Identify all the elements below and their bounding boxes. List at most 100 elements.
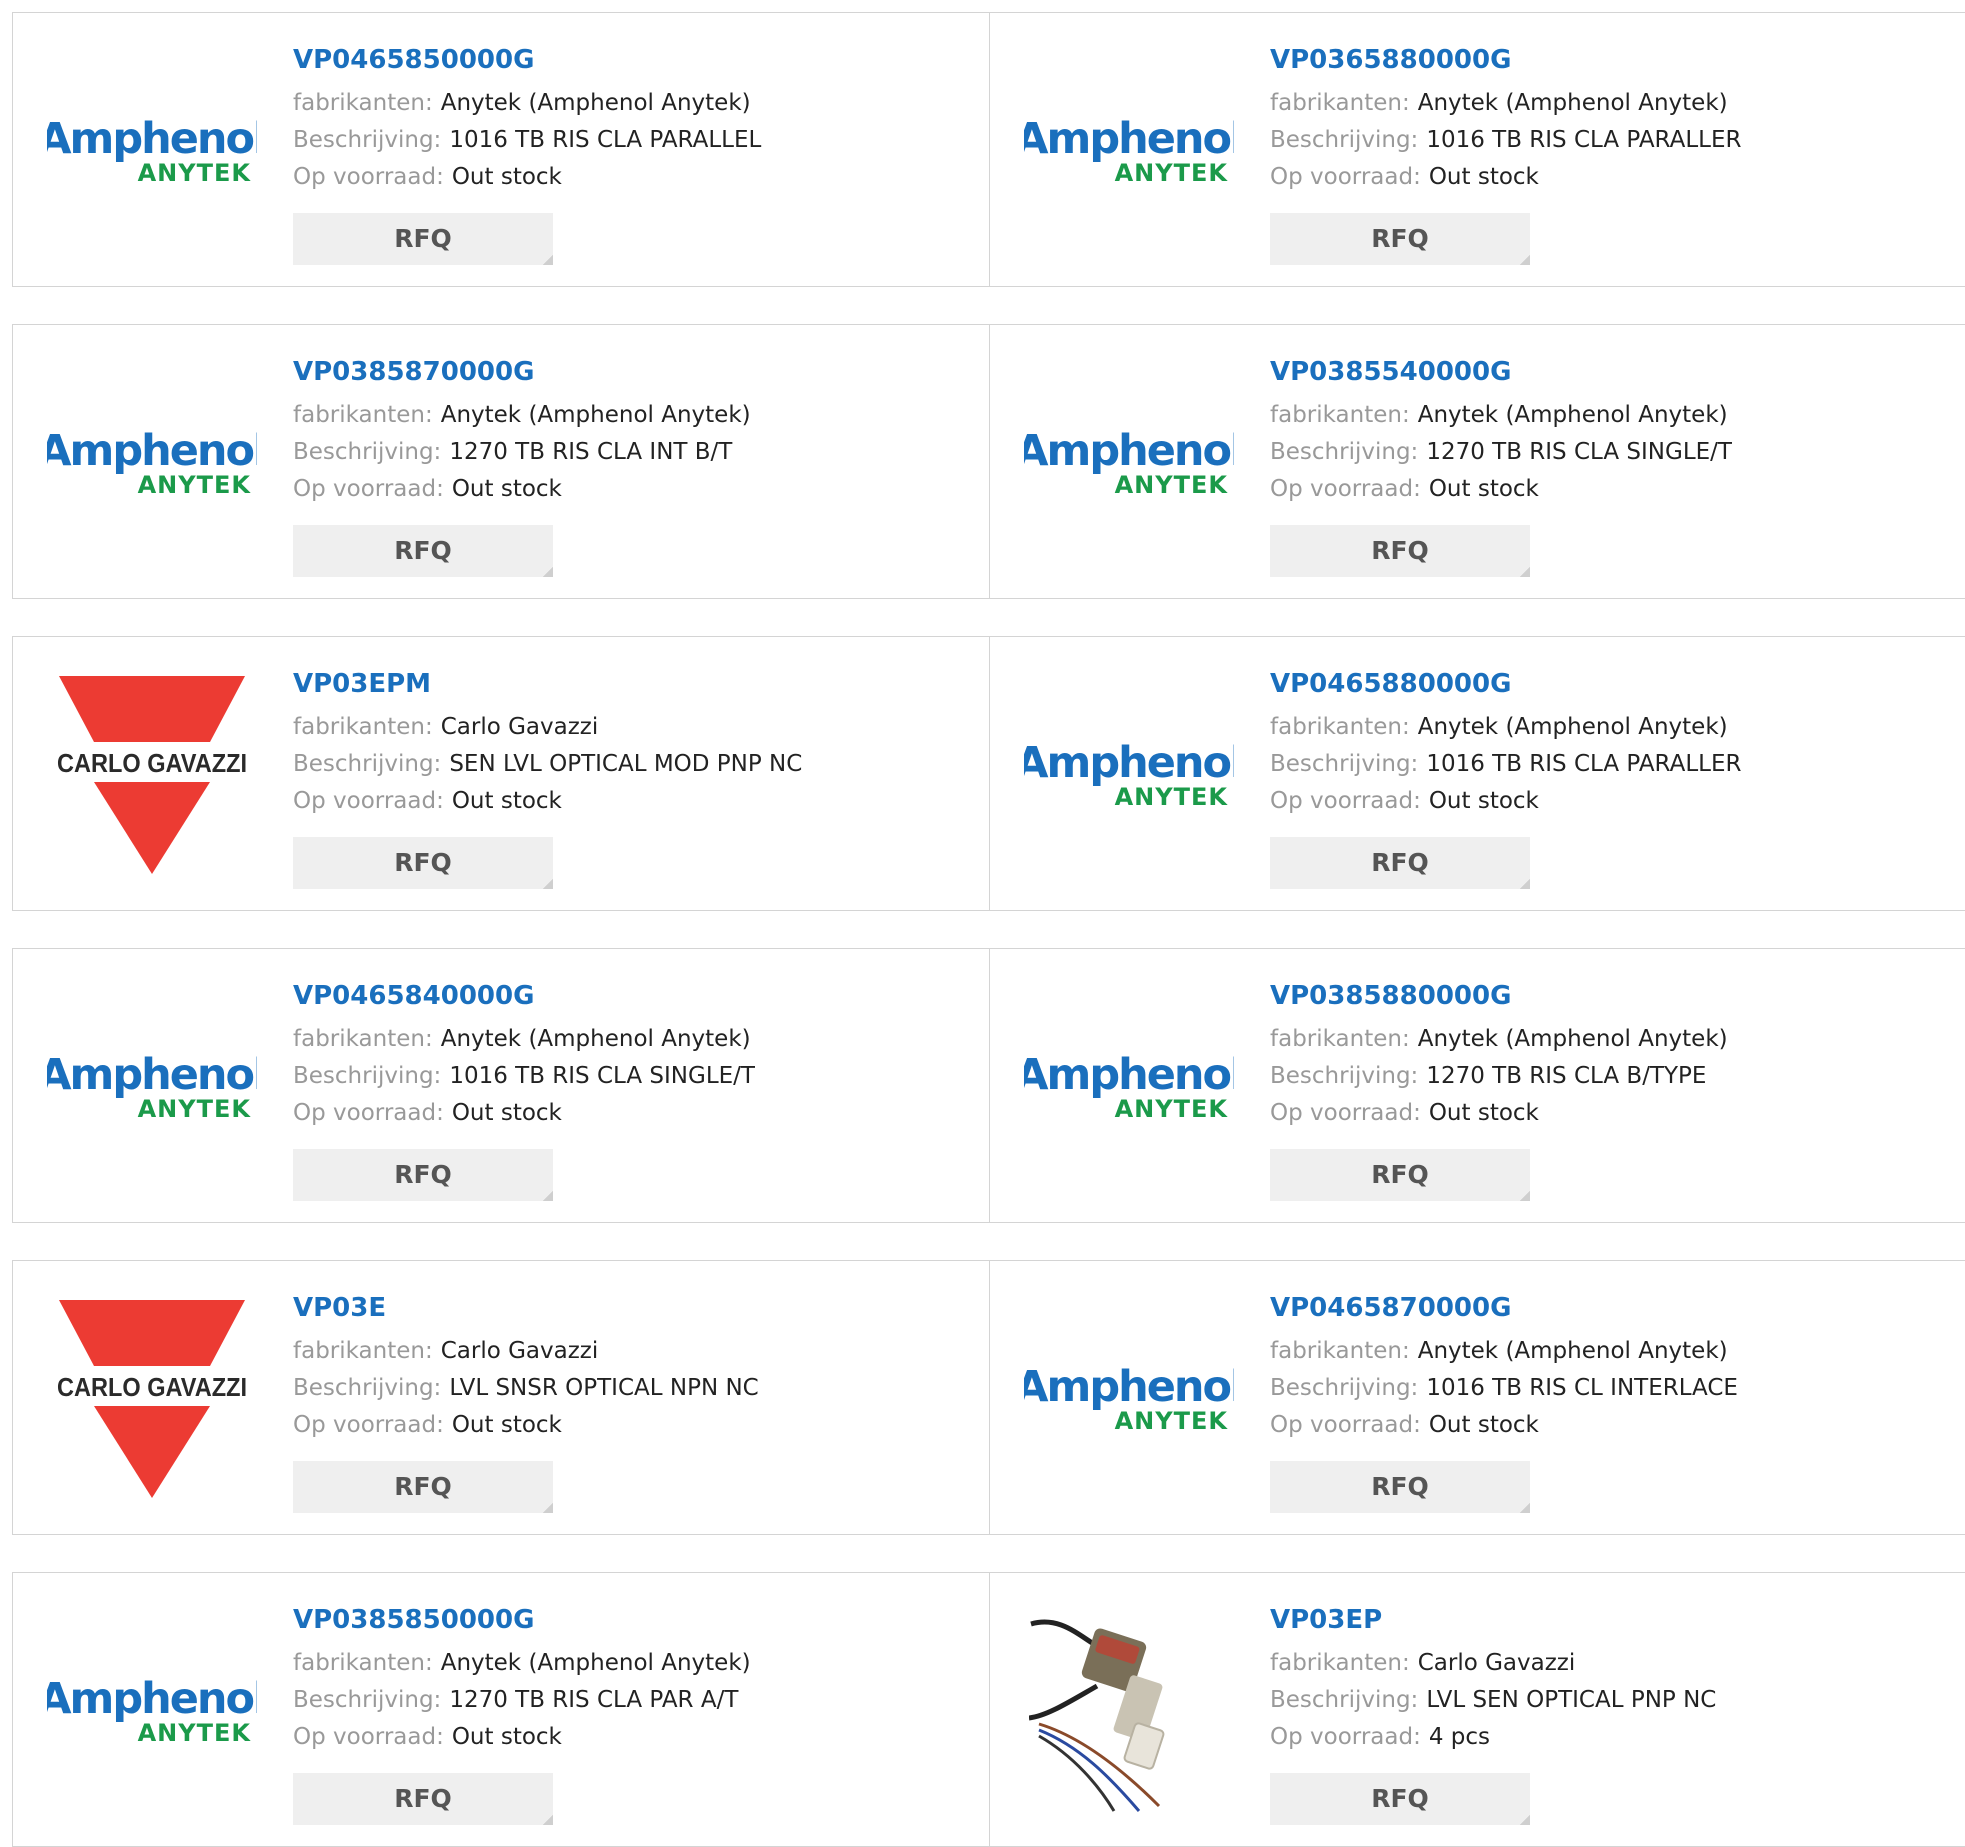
rfq-button[interactable]: RFQ: [1270, 1149, 1530, 1201]
carlo-gavazzi-logo: CARLO GAVAZZI: [57, 676, 247, 874]
part-number-link[interactable]: VP03EP: [1270, 1601, 1957, 1639]
stock-value: Out stock: [1428, 476, 1539, 502]
amphenol-anytek-logo: Amphenol ANYTEK: [1024, 427, 1234, 499]
product-row: Amphenol ANYTEK VP0465850000G fabrikante…: [12, 12, 1965, 287]
manufacturer-label: fabrikanten:: [1270, 1026, 1410, 1052]
rfq-button[interactable]: RFQ: [1270, 1773, 1530, 1825]
description-label: Beschrijving:: [1270, 1687, 1419, 1713]
product-info: VP0465840000G fabrikanten: Anytek (Amphen…: [293, 977, 979, 1132]
stock-label: Op voorraad:: [293, 1412, 444, 1438]
description-value: SEN LVL OPTICAL MOD PNP NC: [449, 751, 803, 777]
product-info: VP0365880000G fabrikanten: Anytek (Amphen…: [1270, 41, 1957, 196]
product-info: VP0385540000G fabrikanten: Anytek (Amphen…: [1270, 353, 1957, 508]
product-image[interactable]: Amphenol ANYTEK: [33, 969, 271, 1204]
part-number-link[interactable]: VP0385870000G: [293, 353, 979, 391]
product-row: CARLO GAVAZZI VP03EPM fabrikanten: Carlo …: [12, 636, 1965, 911]
stock-line: Op voorraad: Out stock: [1270, 1407, 1957, 1444]
stock-value: Out stock: [1428, 1412, 1539, 1438]
manufacturer-value: Anytek (Amphenol Anytek): [440, 1650, 751, 1676]
amphenol-anytek-logo: Amphenol ANYTEK: [47, 427, 257, 499]
product-card: CARLO GAVAZZI VP03E fabrikanten: Carlo Ga…: [12, 1260, 990, 1535]
description-line: Beschrijving: 1016 TB RIS CL INTERLACE: [1270, 1370, 1957, 1407]
part-number-link[interactable]: VP0465870000G: [1270, 1289, 1957, 1327]
description-label: Beschrijving:: [293, 751, 442, 777]
anytek-logo-text: ANYTEK: [1115, 159, 1229, 187]
rfq-button[interactable]: RFQ: [293, 1461, 553, 1513]
stock-line: Op voorraad: 4 pcs: [1270, 1719, 1957, 1756]
description-label: Beschrijving:: [293, 1375, 442, 1401]
part-number-link[interactable]: VP0465880000G: [1270, 665, 1957, 703]
part-number-link[interactable]: VP0365880000G: [1270, 41, 1957, 79]
stock-label: Op voorraad:: [1270, 1724, 1421, 1750]
rfq-button[interactable]: RFQ: [1270, 525, 1530, 577]
product-card: Amphenol ANYTEK VP0385880000G fabrikante…: [989, 948, 1965, 1223]
part-number-link[interactable]: VP0385540000G: [1270, 353, 1957, 391]
amphenol-anytek-logo: Amphenol ANYTEK: [47, 115, 257, 187]
part-number-link[interactable]: VP0465840000G: [293, 977, 979, 1015]
part-number-link[interactable]: VP0385850000G: [293, 1601, 979, 1639]
manufacturer-line: fabrikanten: Anytek (Amphenol Anytek): [1270, 397, 1957, 434]
stock-line: Op voorraad: Out stock: [1270, 159, 1957, 196]
amphenol-anytek-logo: Amphenol ANYTEK: [1024, 115, 1234, 187]
amphenol-logo-text: Amphenol: [1024, 1363, 1234, 1412]
product-image[interactable]: Amphenol ANYTEK: [33, 33, 271, 268]
manufacturer-value: Anytek (Amphenol Anytek): [440, 1026, 751, 1052]
product-card: Amphenol ANYTEK VP0465870000G fabrikante…: [989, 1260, 1965, 1535]
manufacturer-line: fabrikanten: Anytek (Amphenol Anytek): [293, 397, 979, 434]
rfq-button[interactable]: RFQ: [293, 837, 553, 889]
rfq-button[interactable]: RFQ: [1270, 213, 1530, 265]
product-card: VP03EP fabrikanten: Carlo Gavazzi Beschri…: [989, 1572, 1965, 1847]
product-image[interactable]: Amphenol ANYTEK: [33, 345, 271, 580]
rfq-button[interactable]: RFQ: [293, 213, 553, 265]
stock-line: Op voorraad: Out stock: [293, 159, 979, 196]
amphenol-anytek-logo: Amphenol ANYTEK: [1024, 1363, 1234, 1435]
stock-label: Op voorraad:: [293, 164, 444, 190]
stock-value: Out stock: [1428, 1100, 1539, 1126]
amphenol-logo-text: Amphenol: [47, 427, 257, 476]
product-row: Amphenol ANYTEK VP0385870000G fabrikante…: [12, 324, 1965, 599]
product-image[interactable]: Amphenol ANYTEK: [33, 1593, 271, 1828]
part-number-link[interactable]: VP0465850000G: [293, 41, 979, 79]
product-image[interactable]: CARLO GAVAZZI: [33, 1281, 271, 1516]
product-card: Amphenol ANYTEK VP0465840000G fabrikante…: [12, 948, 990, 1223]
product-image[interactable]: [1010, 1593, 1248, 1828]
stock-value: Out stock: [451, 1412, 562, 1438]
part-number-link[interactable]: VP0385880000G: [1270, 977, 1957, 1015]
stock-value: Out stock: [451, 1724, 562, 1750]
manufacturer-line: fabrikanten: Carlo Gavazzi: [1270, 1645, 1957, 1682]
description-line: Beschrijving: 1016 TB RIS CLA PARALLEL: [293, 122, 979, 159]
amphenol-logo-text: Amphenol: [1024, 739, 1234, 788]
stock-label: Op voorraad:: [1270, 164, 1421, 190]
product-image[interactable]: Amphenol ANYTEK: [1010, 33, 1248, 268]
amphenol-logo-text: Amphenol: [47, 1675, 257, 1724]
product-info: VP0465880000G fabrikanten: Anytek (Amphen…: [1270, 665, 1957, 820]
part-number-link[interactable]: VP03E: [293, 1289, 979, 1327]
manufacturer-value: Anytek (Amphenol Anytek): [1417, 402, 1728, 428]
description-line: Beschrijving: 1016 TB RIS CLA SINGLE/T: [293, 1058, 979, 1095]
part-number-link[interactable]: VP03EPM: [293, 665, 979, 703]
stock-line: Op voorraad: Out stock: [293, 1095, 979, 1132]
description-value: 1016 TB RIS CL INTERLACE: [1426, 1375, 1738, 1401]
rfq-button[interactable]: RFQ: [1270, 837, 1530, 889]
product-image[interactable]: Amphenol ANYTEK: [1010, 657, 1248, 892]
rfq-button[interactable]: RFQ: [293, 1149, 553, 1201]
manufacturer-line: fabrikanten: Anytek (Amphenol Anytek): [293, 1645, 979, 1682]
description-line: Beschrijving: 1270 TB RIS CLA INT B/T: [293, 434, 979, 471]
manufacturer-label: fabrikanten:: [293, 1650, 433, 1676]
rfq-button[interactable]: RFQ: [293, 525, 553, 577]
product-image[interactable]: CARLO GAVAZZI: [33, 657, 271, 892]
description-line: Beschrijving: SEN LVL OPTICAL MOD PNP NC: [293, 746, 979, 783]
anytek-logo-text: ANYTEK: [1115, 1095, 1229, 1123]
rfq-button[interactable]: RFQ: [293, 1773, 553, 1825]
product-image[interactable]: Amphenol ANYTEK: [1010, 1281, 1248, 1516]
manufacturer-label: fabrikanten:: [1270, 402, 1410, 428]
manufacturer-line: fabrikanten: Anytek (Amphenol Anytek): [1270, 85, 1957, 122]
stock-value: Out stock: [1428, 164, 1539, 190]
anytek-logo-text: ANYTEK: [138, 159, 252, 187]
product-image[interactable]: Amphenol ANYTEK: [1010, 345, 1248, 580]
description-label: Beschrijving:: [1270, 1375, 1419, 1401]
product-image[interactable]: Amphenol ANYTEK: [1010, 969, 1248, 1204]
rfq-button[interactable]: RFQ: [1270, 1461, 1530, 1513]
manufacturer-value: Anytek (Amphenol Anytek): [1417, 714, 1728, 740]
description-label: Beschrijving:: [293, 1687, 442, 1713]
